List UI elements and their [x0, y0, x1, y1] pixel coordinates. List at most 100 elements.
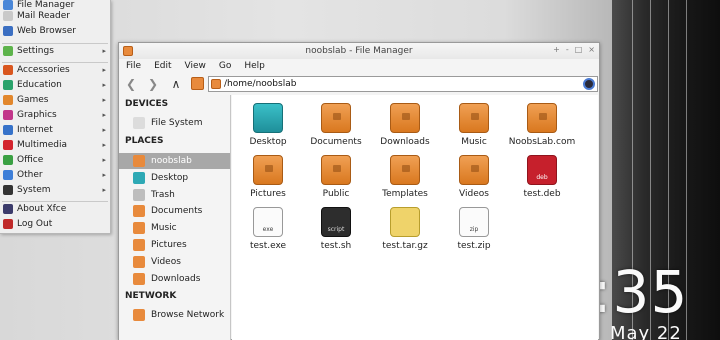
music-icon: [133, 222, 145, 235]
file-item[interactable]: Desktop: [232, 103, 304, 155]
file-label: test.sh: [320, 241, 352, 251]
file-item[interactable]: exe test.exe: [232, 207, 304, 259]
menu-item-other[interactable]: Other ▸: [0, 167, 111, 182]
menu-item-graphics[interactable]: Graphics ▸: [0, 107, 111, 122]
menu-item-office[interactable]: Office ▸: [0, 152, 111, 167]
back-button[interactable]: ❮: [123, 76, 139, 92]
settings-icon: [3, 45, 13, 56]
submenu-arrow-icon: ▸: [102, 140, 106, 149]
menu-item-settings[interactable]: Settings ▸: [0, 43, 111, 58]
menu-view[interactable]: View: [185, 61, 206, 71]
sidebar-item-label: Browse Network: [151, 310, 225, 320]
location-status-icon[interactable]: [583, 78, 595, 90]
menu-help[interactable]: Help: [244, 61, 265, 71]
file-label: test.zip: [457, 241, 491, 251]
folder-icon: [527, 103, 557, 133]
menu-item-about-xfce[interactable]: About Xfce: [0, 201, 111, 216]
menu-item-accessories[interactable]: Accessories ▸: [0, 62, 111, 77]
logout-icon: [3, 218, 13, 229]
menu-item-label: Internet: [17, 124, 53, 135]
folder-icon: [390, 103, 420, 133]
sidebar-item-pictures[interactable]: Pictures: [119, 237, 230, 253]
file-icon: exe: [253, 207, 283, 237]
submenu-arrow-icon: ▸: [102, 125, 106, 134]
file-item[interactable]: deb test.deb: [506, 155, 578, 207]
window-title: noobslab - File Manager: [305, 46, 413, 56]
file-item[interactable]: script test.sh: [300, 207, 372, 259]
menu-item-education[interactable]: Education ▸: [0, 77, 111, 92]
sidebar-item-label: Music: [151, 223, 177, 234]
menu-item-web-browser[interactable]: Web Browser: [0, 23, 111, 38]
menu-separator: [2, 62, 108, 63]
toolbar: ❮ ❯ ∧ /home/noobslab: [119, 74, 599, 94]
file-icon: deb: [527, 155, 557, 185]
menu-item-label: Log Out: [17, 218, 53, 229]
documents-icon: [133, 205, 145, 218]
menu-item-label: Multimedia: [17, 139, 68, 150]
desktop-icon: [133, 171, 145, 184]
menu-separator: [2, 201, 108, 202]
file-item[interactable]: Music: [438, 103, 510, 155]
file-item[interactable]: Downloads: [369, 103, 441, 155]
about-icon: [3, 203, 13, 214]
sidebar-item-browse-network[interactable]: Browse Network: [119, 307, 230, 323]
folder-icon: [459, 155, 489, 185]
maximize-button[interactable]: □: [575, 45, 583, 54]
file-item[interactable]: Videos: [438, 155, 510, 207]
sidebar-item-label: Documents: [151, 206, 203, 217]
file-item[interactable]: NoobsLab.com: [506, 103, 578, 155]
minimize-button[interactable]: -: [566, 45, 569, 54]
system-icon: [3, 184, 13, 195]
sidebar-item-label: Pictures: [151, 240, 187, 250]
add-window-button[interactable]: +: [553, 45, 560, 54]
menu-item-games[interactable]: Games ▸: [0, 92, 111, 107]
title-bar[interactable]: noobslab - File Manager + - □ ×: [119, 43, 599, 59]
sidebar-item-noobslab[interactable]: noobslab: [119, 153, 230, 169]
menu-item-system[interactable]: System ▸: [0, 182, 111, 197]
sidebar-item-music[interactable]: Music: [119, 220, 230, 236]
sidebar: DEVICES File System PLACES noobslab Desktop T…: [119, 95, 231, 340]
file-item[interactable]: test.tar.gz: [369, 207, 441, 259]
menu-go[interactable]: Go: [219, 61, 231, 71]
menu-item-log-out[interactable]: Log Out: [0, 216, 111, 231]
menu-item-mail-reader[interactable]: Mail Reader: [0, 8, 111, 23]
file-label: Templates: [382, 189, 428, 199]
file-label: test.deb: [523, 189, 561, 199]
up-button[interactable]: ∧: [168, 76, 184, 92]
submenu-arrow-icon: ▸: [102, 65, 106, 74]
menu-item-label: Games: [17, 94, 49, 105]
submenu-arrow-icon: ▸: [102, 185, 106, 194]
location-path[interactable]: /home/noobslab: [224, 79, 296, 89]
sidebar-item-documents[interactable]: Documents: [119, 203, 230, 219]
menu-bar: File Edit View Go Help: [119, 59, 599, 73]
forward-button[interactable]: ❯: [145, 76, 161, 92]
file-manager-icon: [123, 46, 133, 56]
office-icon: [3, 154, 13, 165]
menu-item-label: System: [17, 184, 51, 195]
sidebar-item-trash[interactable]: Trash: [119, 187, 230, 203]
menu-file[interactable]: File: [126, 61, 141, 71]
internet-icon: [3, 124, 13, 135]
menu-edit[interactable]: Edit: [154, 61, 171, 71]
file-icon: script: [321, 207, 351, 237]
close-button[interactable]: ×: [588, 45, 595, 54]
sidebar-item-downloads[interactable]: Downloads: [119, 271, 230, 287]
sidebar-item-file-system[interactable]: File System: [119, 115, 230, 131]
sidebar-item-videos[interactable]: Videos: [119, 254, 230, 270]
file-label: Desktop: [249, 137, 287, 147]
sidebar-item-desktop[interactable]: Desktop: [119, 170, 230, 186]
submenu-arrow-icon: ▸: [102, 110, 106, 119]
menu-item-internet[interactable]: Internet ▸: [0, 122, 111, 137]
home-folder-icon[interactable]: [191, 77, 204, 90]
menu-item-label: Accessories: [17, 64, 70, 75]
file-item[interactable]: zip test.zip: [438, 207, 510, 259]
file-item[interactable]: Pictures: [232, 155, 304, 207]
file-item[interactable]: Documents: [300, 103, 372, 155]
file-item[interactable]: Templates: [369, 155, 441, 207]
location-bar[interactable]: /home/noobslab: [208, 76, 598, 92]
file-icon: zip: [459, 207, 489, 237]
places-heading: PLACES: [125, 136, 164, 146]
file-item[interactable]: Public: [300, 155, 372, 207]
menu-item-multimedia[interactable]: Multimedia ▸: [0, 137, 111, 152]
desktop-date: May 22: [610, 323, 682, 340]
